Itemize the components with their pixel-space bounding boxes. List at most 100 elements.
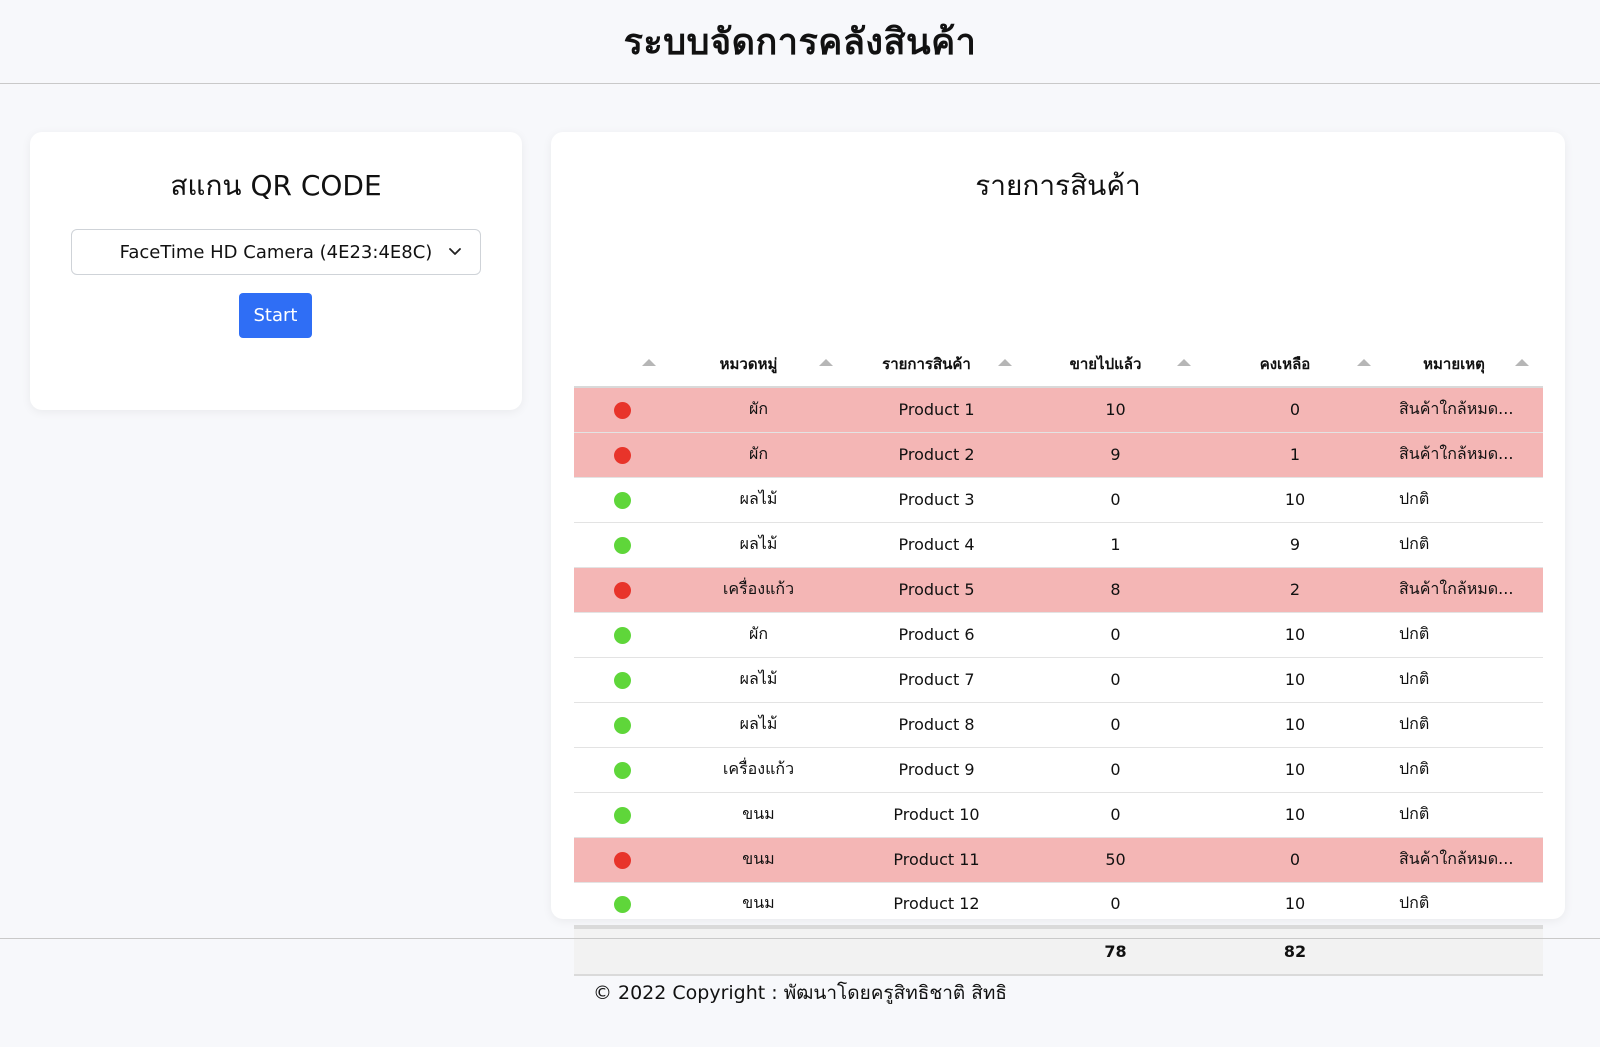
sort-icon <box>819 359 833 366</box>
product-cell: Product 11 <box>847 837 1026 883</box>
note-cell: ปกติ <box>1385 702 1543 748</box>
status-dot-icon <box>613 402 631 420</box>
category-cell: ขนม <box>670 882 847 928</box>
status-dot-icon <box>613 852 631 869</box>
sold-cell: 0 <box>1026 477 1205 523</box>
status-cell <box>574 387 670 433</box>
table-row[interactable]: ขนม Product 11 50 0 สินค้าใกล้หมด... <box>574 837 1543 883</box>
note-cell: สินค้าใกล้หมด... <box>1385 567 1543 613</box>
column-header-sold[interactable]: ขายไปแล้ว <box>1026 341 1205 388</box>
remaining-cell: 10 <box>1205 612 1385 658</box>
camera-select[interactable]: FaceTime HD Camera (4E23:4E8C) <box>71 229 481 275</box>
product-cell: Product 7 <box>847 657 1026 703</box>
column-header-category[interactable]: หมวดหมู่ <box>670 341 847 388</box>
status-dot-icon <box>613 807 631 824</box>
camera-select-value: FaceTime HD Camera (4E23:4E8C) <box>119 241 433 263</box>
note-cell: ปกติ <box>1385 657 1543 703</box>
table-row[interactable]: ขนม Product 12 0 10 ปกติ <box>574 882 1543 928</box>
status-dot-icon <box>613 537 631 554</box>
category-cell: เครื่องแก้ว <box>670 567 847 613</box>
status-dot-icon <box>613 672 631 689</box>
category-cell: ผลไม้ <box>670 702 847 748</box>
status-dot-icon <box>613 582 631 599</box>
status-cell <box>574 612 670 658</box>
table-row[interactable]: เครื่องแก้ว Product 9 0 10 ปกติ <box>574 747 1543 793</box>
table-row[interactable]: ผลไม้ Product 8 0 10 ปกติ <box>574 702 1543 748</box>
remaining-cell: 0 <box>1205 387 1385 433</box>
remaining-cell: 1 <box>1205 432 1385 478</box>
table-row[interactable]: เครื่องแก้ว Product 5 8 2 สินค้าใกล้หมด... <box>574 567 1543 613</box>
table-row[interactable]: ผัก Product 6 0 10 ปกติ <box>574 612 1543 658</box>
remaining-cell: 9 <box>1205 522 1385 568</box>
table-row[interactable]: ผลไม้ Product 4 1 9 ปกติ <box>574 522 1543 568</box>
category-cell: ผัก <box>670 612 847 658</box>
note-cell: สินค้าใกล้หมด... <box>1385 837 1543 883</box>
sort-icon <box>1515 359 1529 366</box>
status-dot-icon <box>613 627 631 644</box>
status-dot-icon <box>613 762 631 779</box>
table-row[interactable]: ผัก Product 2 9 1 สินค้าใกล้หมด... <box>574 432 1543 478</box>
category-cell: ขนม <box>670 837 847 883</box>
category-cell: ผัก <box>670 387 847 433</box>
status-cell <box>574 837 670 883</box>
inventory-table: หมวดหมู่ รายการสินค้า ขายไปแล้ว คงเหลือ … <box>574 341 1543 976</box>
sold-cell: 0 <box>1026 612 1205 658</box>
product-cell: Product 3 <box>847 477 1026 523</box>
sold-cell: 50 <box>1026 837 1205 883</box>
column-header-note[interactable]: หมายเหตุ <box>1385 341 1543 388</box>
chevron-down-icon <box>449 248 461 255</box>
copyright-text: © 2022 Copyright : พัฒนาโดยครูสิทธิชาติ … <box>592 982 1008 1004</box>
remaining-cell: 10 <box>1205 702 1385 748</box>
status-cell <box>574 432 670 478</box>
status-dot-icon <box>613 447 631 464</box>
column-header-remaining[interactable]: คงเหลือ <box>1205 341 1385 388</box>
table-row[interactable]: ผลไม้ Product 3 0 10 ปกติ <box>574 477 1543 523</box>
status-cell <box>574 747 670 793</box>
remaining-cell: 10 <box>1205 657 1385 703</box>
sold-cell: 9 <box>1026 432 1205 478</box>
product-cell: Product 6 <box>847 612 1026 658</box>
sold-cell: 0 <box>1026 792 1205 838</box>
status-dot-icon <box>613 717 631 734</box>
sold-cell: 0 <box>1026 702 1205 748</box>
sort-icon <box>998 359 1012 366</box>
table-row[interactable]: ผลไม้ Product 7 0 10 ปกติ <box>574 657 1543 703</box>
category-cell: ผัก <box>670 432 847 478</box>
status-cell <box>574 567 670 613</box>
column-header-status[interactable] <box>574 341 670 388</box>
sold-cell: 8 <box>1026 567 1205 613</box>
product-cell: Product 5 <box>847 567 1026 613</box>
page-title: ระบบจัดการคลังสินค้า <box>623 22 977 63</box>
table-row[interactable]: ผัก Product 1 10 0 สินค้าใกล้หมด... <box>574 387 1543 433</box>
product-cell: Product 10 <box>847 792 1026 838</box>
inventory-title: รายการสินค้า <box>975 169 1141 202</box>
category-cell: เครื่องแก้ว <box>670 747 847 793</box>
table-body: ผัก Product 1 10 0 สินค้าใกล้หมด... ผัก Produc… <box>574 387 1543 928</box>
page-footer: © 2022 Copyright : พัฒนาโดยครูสิทธิชาติ … <box>0 938 1600 1047</box>
table-row[interactable]: ขนม Product 10 0 10 ปกติ <box>574 792 1543 838</box>
column-header-product[interactable]: รายการสินค้า <box>847 341 1026 388</box>
sold-cell: 10 <box>1026 387 1205 433</box>
status-cell <box>574 792 670 838</box>
product-cell: Product 4 <box>847 522 1026 568</box>
note-cell: ปกติ <box>1385 522 1543 568</box>
remaining-cell: 0 <box>1205 837 1385 883</box>
product-cell: Product 2 <box>847 432 1026 478</box>
status-cell <box>574 477 670 523</box>
status-dot-icon <box>613 492 631 509</box>
status-cell <box>574 522 670 568</box>
qr-scan-card: สแกน QR CODE FaceTime HD Camera (4E23:4E… <box>30 132 522 410</box>
category-cell: ขนม <box>670 792 847 838</box>
category-cell: ผลไม้ <box>670 657 847 703</box>
status-cell <box>574 882 670 928</box>
start-button[interactable]: Start <box>239 293 312 338</box>
sold-cell: 1 <box>1026 522 1205 568</box>
remaining-cell: 10 <box>1205 882 1385 928</box>
note-cell: ปกติ <box>1385 477 1543 523</box>
page-header: ระบบจัดการคลังสินค้า <box>0 0 1600 84</box>
inventory-card: รายการสินค้า หมวดหมู่ รายการสินค้า ขายไป… <box>551 132 1565 976</box>
remaining-cell: 10 <box>1205 792 1385 838</box>
note-cell: ปกติ <box>1385 882 1543 928</box>
qr-scan-title: สแกน QR CODE <box>170 169 382 202</box>
note-cell: ปกติ <box>1385 792 1543 838</box>
